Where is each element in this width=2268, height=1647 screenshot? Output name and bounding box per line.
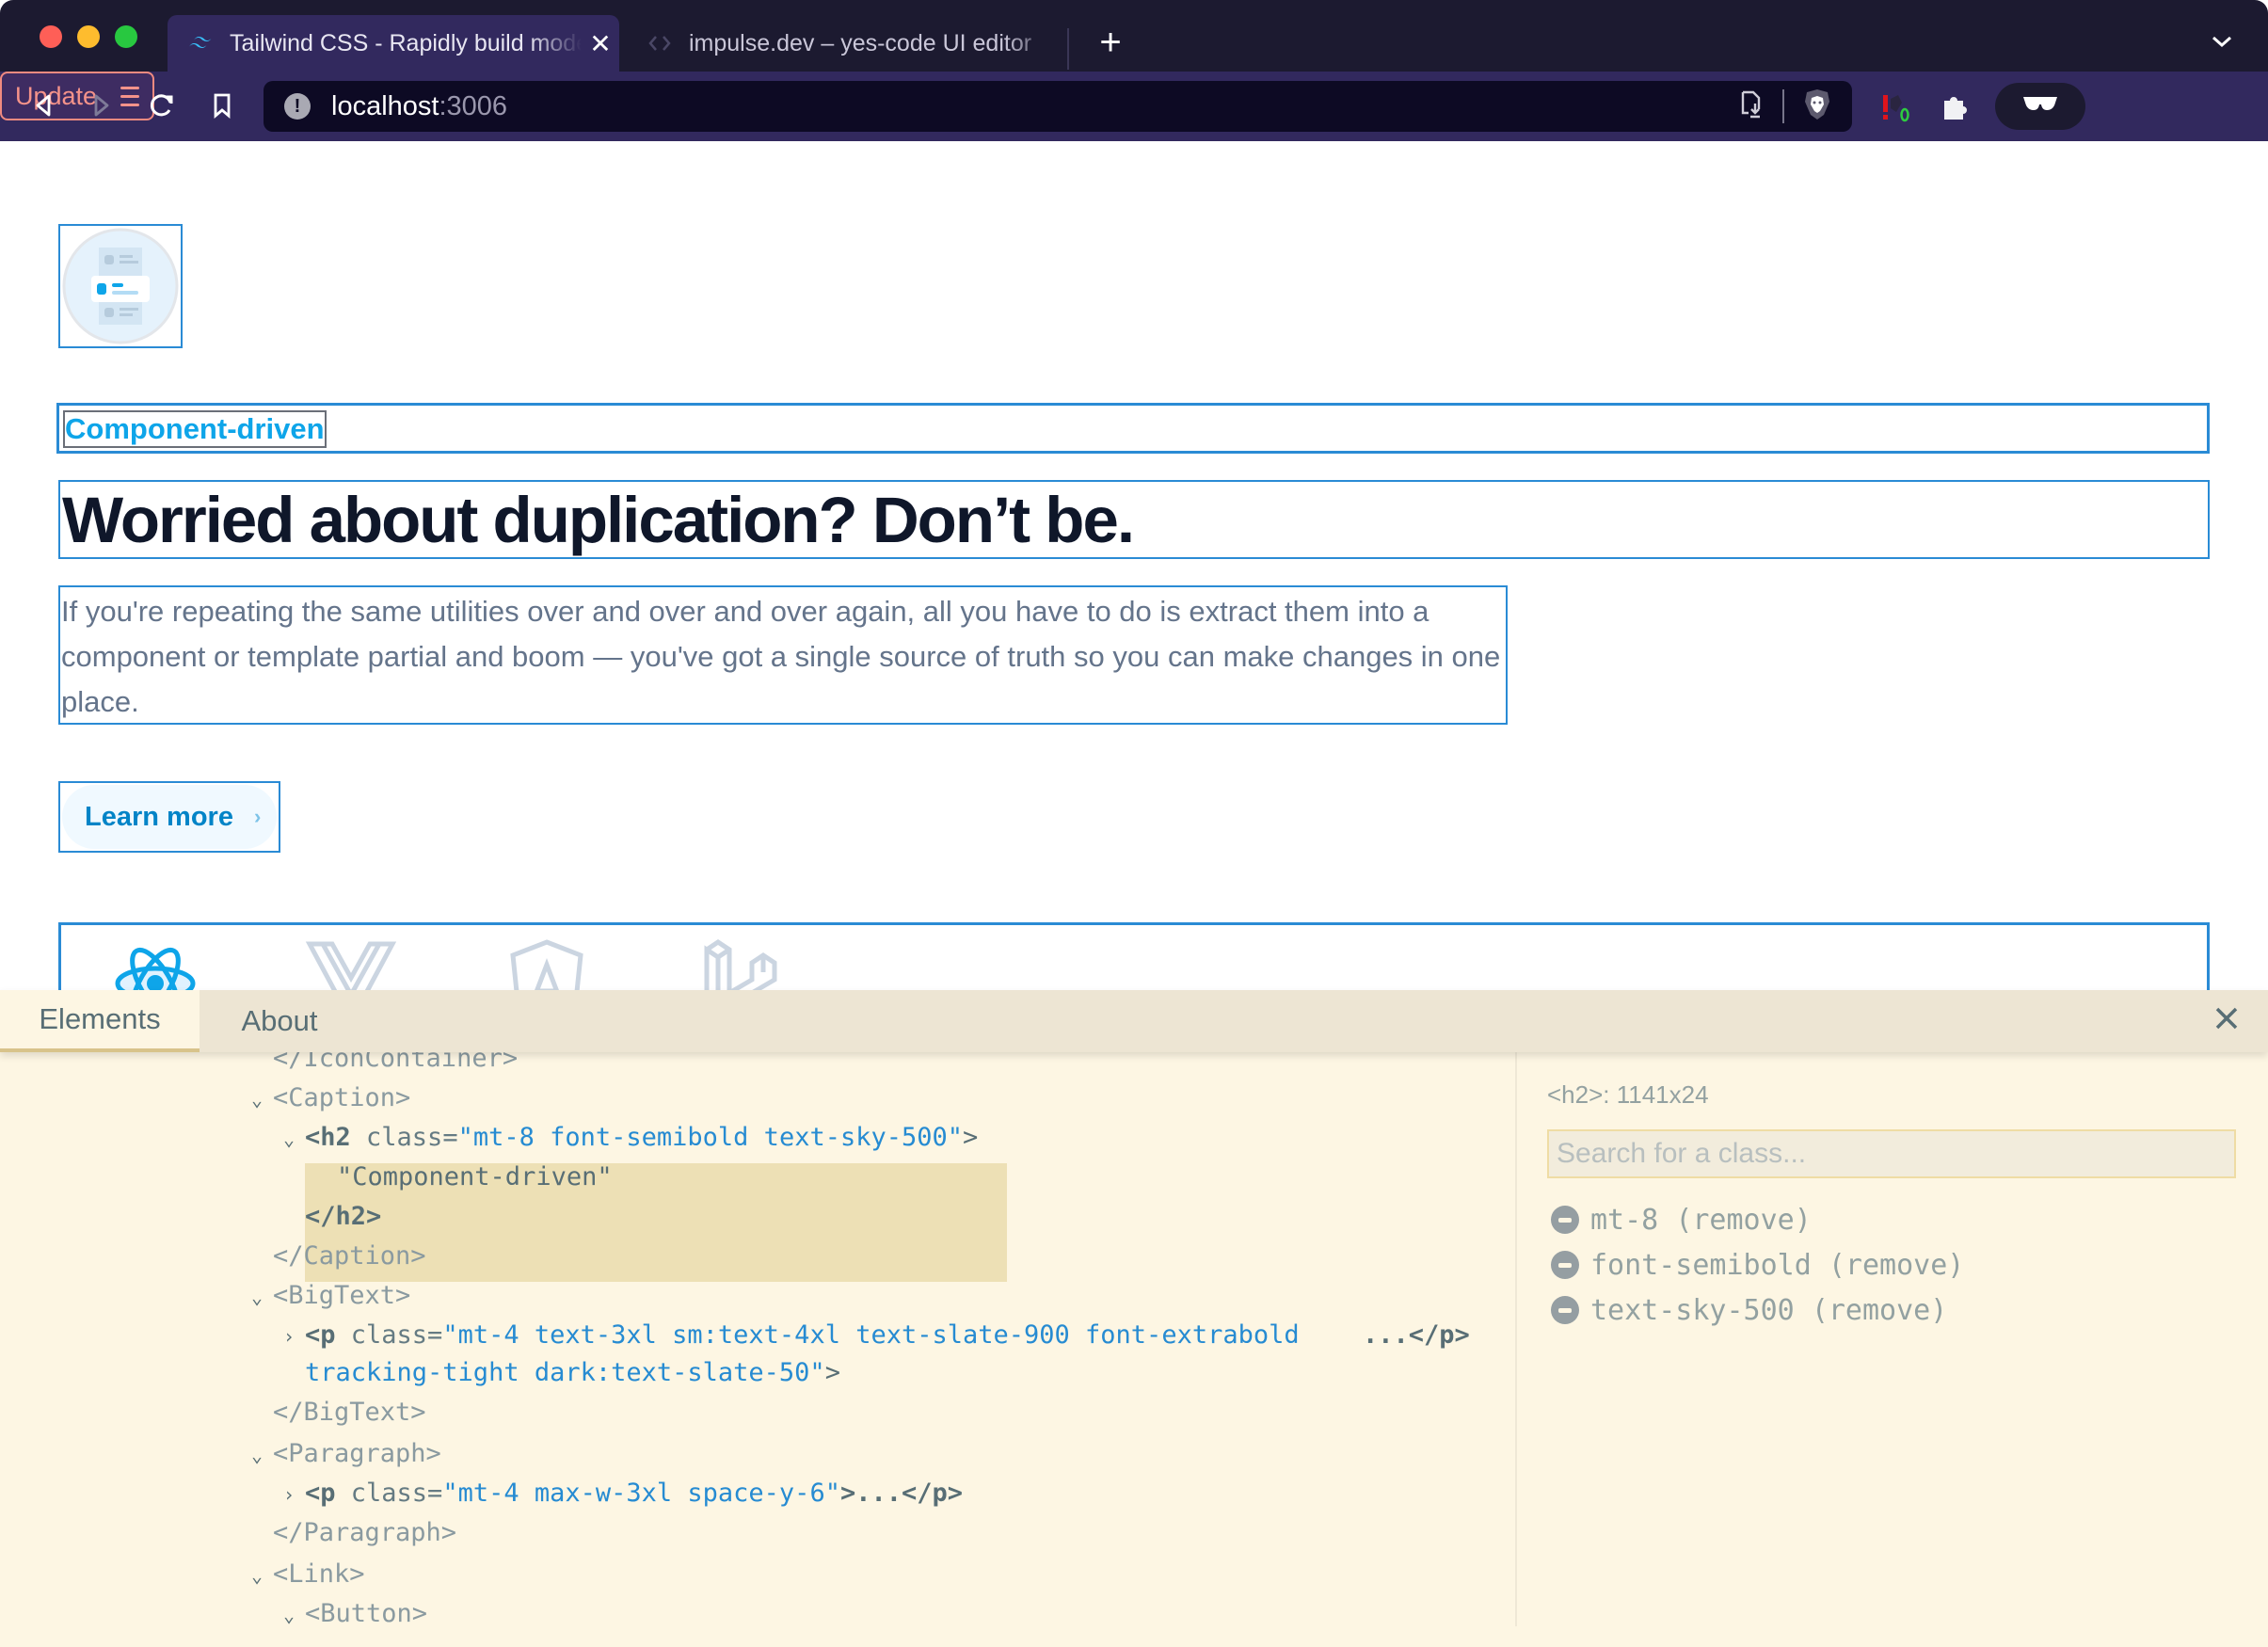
tab-about[interactable]: About: [200, 990, 359, 1052]
remove-circle-icon[interactable]: [1551, 1251, 1579, 1279]
pane-divider[interactable]: [1515, 1052, 1517, 1626]
url-divider: [1782, 89, 1784, 123]
chevron-down-icon[interactable]: ⌄: [273, 1595, 305, 1635]
page-viewport: Component-driven Worried about duplicati…: [0, 141, 2268, 1035]
caption[interactable]: Component-driven: [63, 410, 327, 448]
extension-alert-icon[interactable]: [1877, 83, 1914, 130]
code-brackets-icon: [644, 34, 676, 53]
tree-node-caption-close[interactable]: </Caption>: [273, 1237, 426, 1276]
devtools-panel: Elements About </IconContainer> ⌄ <Captio…: [0, 990, 2268, 1647]
tree-node-caption[interactable]: ⌄ <Caption>: [241, 1079, 410, 1118]
reload-icon[interactable]: [143, 87, 181, 124]
tree-node-p-headline-cont[interactable]: tracking-tight dark:text-slate-50">: [305, 1353, 840, 1393]
chevron-down-icon[interactable]: ⌄: [241, 1435, 273, 1475]
glasses-icon: [2021, 95, 2059, 119]
tab-separator: [1067, 28, 1069, 70]
class-list: mt-8 (remove) font-semibold (remove) tex…: [1547, 1197, 1964, 1333]
caption-container[interactable]: Component-driven: [56, 403, 2210, 454]
learn-more-label: Learn more: [85, 801, 233, 832]
class-item[interactable]: font-semibold (remove): [1547, 1242, 1964, 1287]
tab-title: Tailwind CSS - Rapidly build modern webs…: [230, 29, 582, 56]
selected-element-dimensions: <h2>: 1141x24: [1547, 1080, 1709, 1109]
learn-more-button[interactable]: Learn more ›: [62, 785, 277, 849]
tab-tailwind[interactable]: Tailwind CSS - Rapidly build modern webs…: [168, 15, 619, 72]
class-item[interactable]: mt-8 (remove): [1547, 1197, 1964, 1242]
browser-toolbar: ! localhost:3006 Update: [0, 72, 2268, 141]
tab-title: impulse.dev – yes-code UI editor: [689, 29, 1032, 56]
forward-arrow-icon[interactable]: [83, 87, 120, 124]
tailwind-logo-icon: [184, 34, 216, 53]
tree-node-text[interactable]: "Component-driven": [337, 1158, 613, 1197]
install-app-icon[interactable]: [1739, 90, 1764, 123]
tab-elements[interactable]: Elements: [0, 990, 200, 1052]
url-text[interactable]: localhost:3006: [331, 91, 507, 122]
tree-node-h2[interactable]: ⌄ <h2 class="mt-8 font-semibold text-sky-…: [273, 1118, 978, 1158]
close-devtools-icon[interactable]: [2208, 1001, 2245, 1039]
update-button[interactable]: Update: [0, 72, 154, 120]
info-icon[interactable]: !: [284, 93, 311, 120]
chevron-down-icon[interactable]: ⌄: [241, 1556, 273, 1595]
tree-node-paragraph-close[interactable]: </Paragraph>: [273, 1513, 456, 1553]
devtools-tabbar: Elements About: [0, 990, 2268, 1052]
bookmark-icon[interactable]: [203, 87, 241, 124]
tab-impulse[interactable]: impulse.dev – yes-code UI editor: [627, 15, 1060, 72]
minimize-window-button[interactable]: [77, 25, 100, 48]
tree-node-h2-close[interactable]: </h2>: [305, 1197, 381, 1237]
tree-node-bigtext-close[interactable]: </BigText>: [273, 1393, 426, 1432]
chevron-down-icon[interactable]: ⌄: [241, 1277, 273, 1317]
remove-class-link[interactable]: (remove): [1812, 1294, 1948, 1327]
description-paragraph: If you're repeating the same utilities o…: [61, 595, 1501, 718]
tree-node-bigtext[interactable]: ⌄ <BigText>: [241, 1276, 410, 1316]
element-tree[interactable]: </IconContainer> ⌄ <Caption> ⌄ <h2 class="…: [0, 1052, 1515, 1647]
chevron-right-icon[interactable]: ›: [273, 1475, 305, 1514]
brave-lion-icon[interactable]: [1803, 88, 1831, 125]
back-arrow-icon[interactable]: [24, 87, 62, 124]
component-stack-icon: [62, 228, 179, 344]
remove-circle-icon[interactable]: [1551, 1206, 1579, 1234]
chevron-right-icon: ›: [253, 805, 262, 828]
class-search-input[interactable]: [1547, 1129, 2236, 1178]
hamburger-icon: [120, 86, 139, 106]
chevron-right-icon[interactable]: ›: [273, 1317, 305, 1356]
feature-icon-container[interactable]: [58, 224, 183, 348]
tab-list-chevron-icon[interactable]: [2212, 28, 2232, 55]
private-window-button[interactable]: [1995, 83, 2085, 130]
link-container[interactable]: Learn more ›: [58, 781, 280, 853]
tree-node-p-headline[interactable]: › <p class="mt-4 text-3xl sm:text-4xl tex…: [273, 1316, 1300, 1355]
close-window-button[interactable]: [40, 25, 62, 48]
bigtext-container[interactable]: Worried about duplication? Don’t be.: [58, 480, 2210, 559]
page-headline: Worried about duplication? Don’t be.: [62, 484, 1135, 556]
tree-node-iconcontainer-close[interactable]: </IconContainer>: [273, 1052, 518, 1079]
tree-node-link[interactable]: ⌄ <Link>: [241, 1555, 365, 1594]
class-item[interactable]: text-sky-500 (remove): [1547, 1287, 1964, 1333]
tree-node-paragraph[interactable]: ⌄ <Paragraph>: [241, 1434, 441, 1474]
paragraph-container[interactable]: If you're repeating the same utilities o…: [58, 585, 1508, 725]
tree-node-p-paragraph[interactable]: › <p class="mt-4 max-w-3xl space-y-6">...…: [273, 1474, 963, 1513]
puzzle-icon[interactable]: [1935, 83, 1973, 130]
new-tab-button[interactable]: +: [1092, 21, 1129, 64]
address-bar[interactable]: ! localhost:3006: [264, 81, 1852, 132]
chevron-down-icon[interactable]: ⌄: [241, 1079, 273, 1119]
close-tab-icon[interactable]: ✕: [582, 28, 619, 59]
remove-class-link[interactable]: (remove): [1675, 1204, 1812, 1237]
remove-circle-icon[interactable]: [1551, 1296, 1579, 1324]
browser-titlebar: Tailwind CSS - Rapidly build modern webs…: [0, 0, 2268, 72]
chevron-down-icon[interactable]: ⌄: [273, 1119, 305, 1159]
tree-node-p-ellipsis[interactable]: ...</p>: [1363, 1316, 1470, 1355]
maximize-window-button[interactable]: [115, 25, 137, 48]
tree-node-button[interactable]: ⌄ <Button>: [273, 1594, 427, 1634]
remove-class-link[interactable]: (remove): [1829, 1249, 1965, 1282]
